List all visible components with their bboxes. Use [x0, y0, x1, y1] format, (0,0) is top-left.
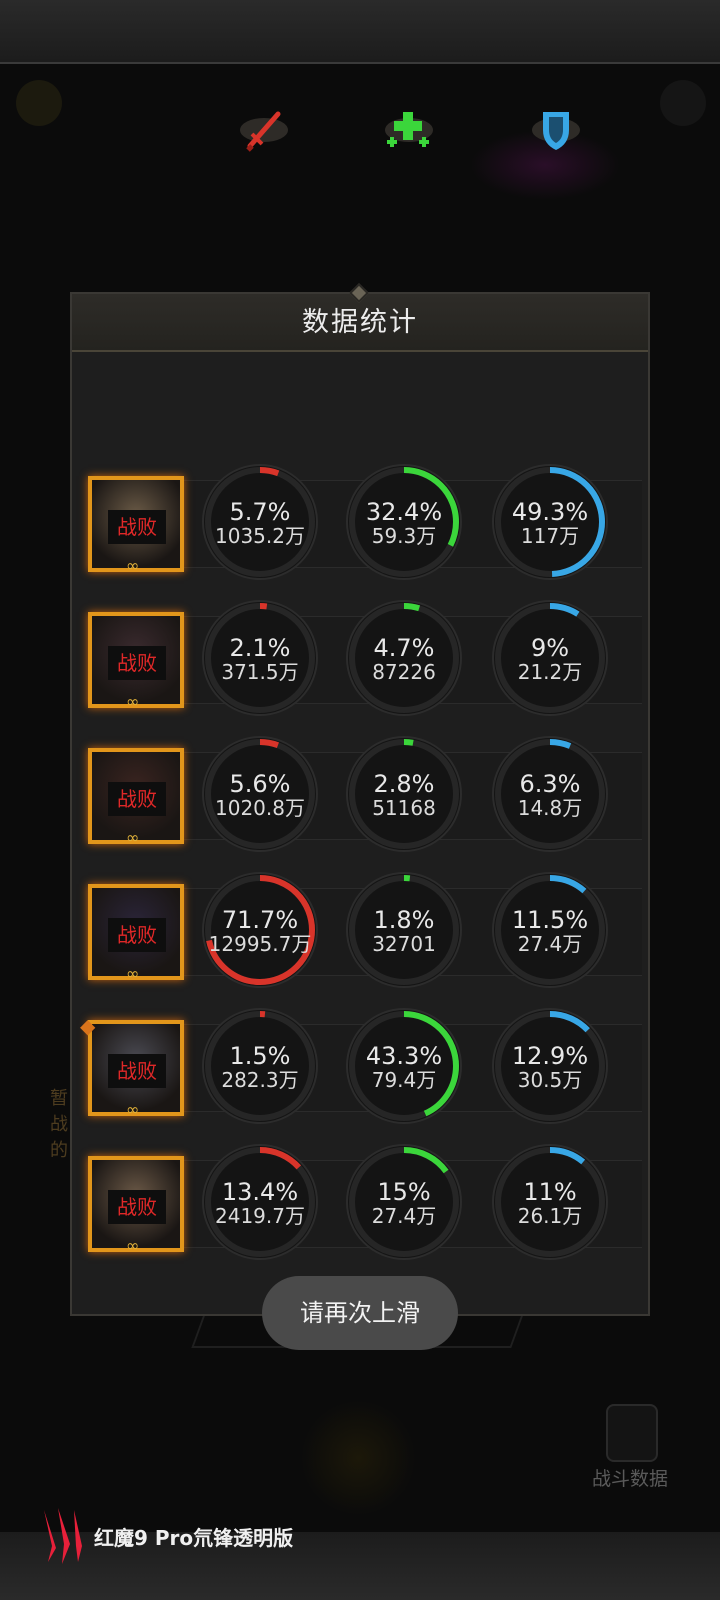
tank-gauge: 49.3% 117万: [490, 462, 610, 582]
damage-gauge: 1.5% 282.3万: [200, 1006, 320, 1126]
defeated-label: 战败: [108, 918, 166, 952]
gauge-percent: 4.7%: [373, 634, 435, 662]
defeated-label: 战败: [108, 782, 166, 816]
damage-gauge: 5.7% 1035.2万: [200, 462, 320, 582]
gauge-value: 59.3万: [371, 524, 437, 548]
hero-portrait[interactable]: 战败 ∞: [88, 748, 184, 847]
gauge-value: 117万: [520, 524, 580, 548]
gauge-value: 27.4万: [517, 932, 583, 956]
gauge-percent: 5.6%: [229, 770, 291, 798]
heal-gauge: 43.3% 79.4万: [344, 1006, 464, 1126]
heal-gauge: 15% 27.4万: [344, 1142, 464, 1262]
gauge-value: 1020.8万: [215, 796, 305, 820]
heal-cross-icon: [381, 104, 437, 156]
hero-portrait[interactable]: 战败 ∞: [88, 1156, 184, 1255]
panel-header: 数据统计: [72, 283, 648, 352]
gauge-percent: 6.3%: [519, 770, 581, 798]
heal-gauge: 2.8% 51168: [344, 734, 464, 854]
swipe-up-toast: 请再次上滑: [262, 1276, 458, 1350]
defeated-label: 战败: [108, 1054, 166, 1088]
gauge-percent: 71.7%: [221, 906, 299, 934]
gauge-percent: 12.9%: [511, 1042, 589, 1070]
tank-gauge: 6.3% 14.8万: [490, 734, 610, 854]
battle-stats-label: 战斗数据: [592, 1468, 669, 1490]
gauge-value: 14.8万: [517, 796, 583, 820]
gauge-value: 32701: [372, 932, 436, 956]
sword-shield-icon: [606, 1404, 658, 1462]
shield-icon: [528, 104, 584, 156]
gauge-value: 371.5万: [221, 660, 299, 684]
gauge-value: 26.1万: [517, 1204, 583, 1228]
damage-sword-icon: [236, 104, 292, 156]
star-rings-icon: ∞: [126, 828, 140, 847]
defeated-label: 战败: [108, 510, 166, 544]
hero-portrait[interactable]: 战败 ∞: [88, 884, 184, 983]
gauge-percent: 9%: [530, 634, 570, 662]
gauge-percent: 49.3%: [511, 498, 589, 526]
gauge-value: 51168: [372, 796, 436, 820]
hero-portrait[interactable]: 战败 ∞: [88, 612, 184, 711]
damage-gauge: 5.6% 1020.8万: [200, 734, 320, 854]
device-watermark-text: 红魔9 Pro氘锋透明版: [94, 1526, 294, 1550]
gauge-value: 21.2万: [517, 660, 583, 684]
play-button-dimmed: [16, 80, 62, 126]
gauge-percent: 11%: [523, 1178, 577, 1206]
gauge-value: 79.4万: [371, 1068, 437, 1092]
gauge-value: 2419.7万: [215, 1204, 305, 1228]
gauge-percent: 13.4%: [221, 1178, 299, 1206]
tank-gauge: 12.9% 30.5万: [490, 1006, 610, 1126]
heal-gauge: 4.7% 87226: [344, 598, 464, 718]
battle-stats-button[interactable]: 战斗数据: [592, 1404, 706, 1496]
gauge-value: 282.3万: [221, 1068, 299, 1092]
defeated-label: 战败: [108, 1190, 166, 1224]
tank-gauge: 9% 21.2万: [490, 598, 610, 718]
background-text-dimmed: 暂战的: [50, 1088, 68, 1161]
tank-gauge: 11% 26.1万: [490, 1142, 610, 1262]
gauge-percent: 11.5%: [511, 906, 589, 934]
hero-portrait[interactable]: 战败 ∞: [88, 476, 184, 575]
gauge-value: 27.4万: [371, 1204, 437, 1228]
defeated-label: 战败: [108, 646, 166, 680]
heal-gauge: 1.8% 32701: [344, 870, 464, 990]
top-frame-band: [0, 0, 720, 64]
gauge-percent: 1.8%: [373, 906, 435, 934]
gauge-percent: 2.8%: [373, 770, 435, 798]
gauge-value: 30.5万: [517, 1068, 583, 1092]
star-rings-icon: ∞: [126, 1236, 140, 1255]
background-ring: [300, 1400, 416, 1516]
gauge-value: 1035.2万: [215, 524, 305, 548]
gauge-percent: 5.7%: [229, 498, 291, 526]
gauge-percent: 15%: [377, 1178, 431, 1206]
star-rings-icon: ∞: [126, 1100, 140, 1119]
gauge-percent: 32.4%: [365, 498, 443, 526]
damage-gauge: 13.4% 2419.7万: [200, 1142, 320, 1262]
star-rings-icon: ∞: [126, 964, 140, 983]
tank-gauge: 11.5% 27.4万: [490, 870, 610, 990]
settings-button-dimmed: [660, 80, 706, 126]
gauge-percent: 43.3%: [365, 1042, 443, 1070]
gauge-percent: 1.5%: [229, 1042, 291, 1070]
damage-gauge: 71.7% 12995.7万: [200, 870, 320, 990]
red-magic-logo-icon: [44, 1508, 82, 1564]
star-rings-icon: ∞: [126, 556, 140, 575]
damage-gauge: 2.1% 371.5万: [200, 598, 320, 718]
gauge-percent: 2.1%: [229, 634, 291, 662]
panel-title: 数据统计: [302, 307, 418, 338]
heal-gauge: 32.4% 59.3万: [344, 462, 464, 582]
star-rings-icon: ∞: [126, 692, 140, 711]
gauge-value: 87226: [372, 660, 436, 684]
leader-badge-icon: ◆: [80, 1014, 96, 1038]
gauge-value: 12995.7万: [208, 932, 312, 956]
hero-portrait[interactable]: 战败 ∞ ◆: [80, 1014, 184, 1119]
